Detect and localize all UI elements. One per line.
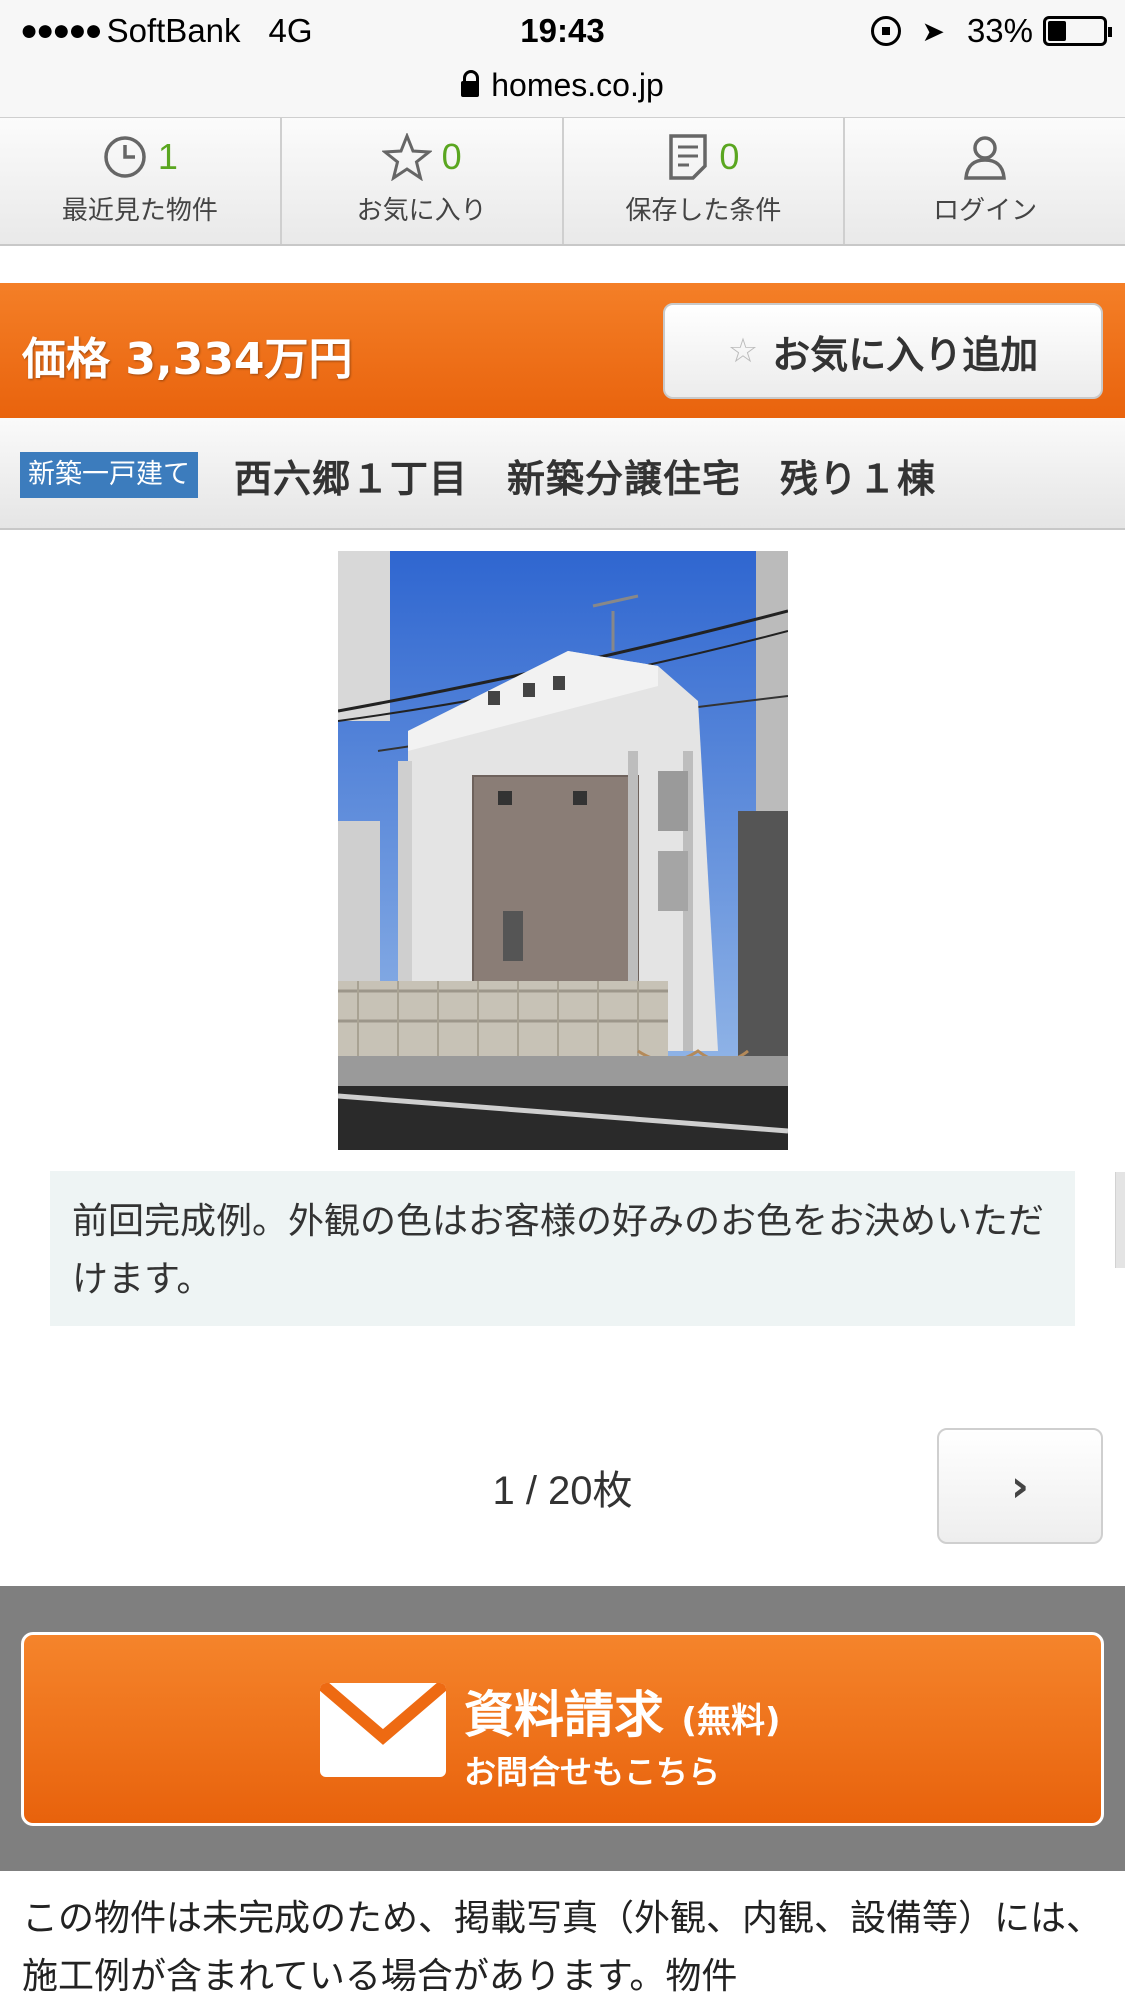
lock-icon xyxy=(461,70,480,97)
nav-favorites[interactable]: 0 お気に入り xyxy=(282,118,564,244)
request-info-title: 資料請求 (無料) xyxy=(464,1675,781,1747)
add-favorite-button[interactable]: ☆ お気に入り追加 xyxy=(663,303,1103,399)
listing-title-bar: 新築一戸建て 西六郷１丁目 新築分譲住宅 残り１棟 xyxy=(0,418,1125,530)
nav-saved-conditions-label: 保存した条件 xyxy=(625,196,782,226)
nav-favorites-label: お気に入り xyxy=(356,196,487,226)
free-label: (無料) xyxy=(681,1701,781,1741)
photo-caption: 前回完成例。外観の色はお客様の好みのお色をお決めいただけます。 xyxy=(50,1171,1075,1326)
memo-icon xyxy=(667,133,709,181)
nav-login[interactable]: ログイン xyxy=(845,118,1125,244)
add-favorite-label: お気に入り追加 xyxy=(772,332,1039,377)
nav-recently-viewed-label: 最近見た物件 xyxy=(61,196,218,226)
url-text: homes.co.jp xyxy=(491,67,664,103)
url-bar[interactable]: homes.co.jp xyxy=(0,60,1125,118)
favorites-count: 0 xyxy=(441,136,462,177)
property-type-badge: 新築一戸建て xyxy=(20,452,198,498)
next-photo-button[interactable]: › xyxy=(937,1428,1103,1544)
unfinished-property-note: この物件は未完成のため、掲載写真（外観、内観、設備等）には、施工例が含まれている… xyxy=(22,1898,1103,1997)
price-text: 価格 3,334万円 xyxy=(22,334,353,385)
clock-icon xyxy=(102,134,148,180)
listing-title: 西六郷１丁目 新築分譲住宅 残り１棟 xyxy=(234,457,937,501)
request-info-label: 資料請求 xyxy=(464,1686,664,1744)
nav-recently-viewed-top: 1 xyxy=(0,118,280,186)
property-photo[interactable] xyxy=(338,551,788,1150)
location-arrow-icon: ➤ xyxy=(921,15,945,47)
nav-favorites-top: 0 xyxy=(282,118,562,186)
status-right: ➤ 33% xyxy=(871,12,1112,50)
star-icon: ☆ xyxy=(727,331,759,371)
chevron-right-icon: › xyxy=(1010,1460,1030,1512)
side-scroll-tab[interactable] xyxy=(1115,1172,1125,1268)
mail-icon xyxy=(320,1683,446,1777)
nav-recently-viewed[interactable]: 1 最近見た物件 xyxy=(0,118,282,244)
nav-login-label: ログイン xyxy=(933,196,1038,226)
orientation-lock-icon xyxy=(871,16,902,46)
nav-saved-conditions[interactable]: 0 保存した条件 xyxy=(564,118,846,244)
request-info-button[interactable]: 資料請求 (無料) お問合せもこちら xyxy=(21,1632,1104,1826)
price-bar: 価格 3,334万円 ☆ お気に入り追加 xyxy=(0,283,1125,418)
page: ●●●●● SoftBank 4G 19:43 ➤ 33% homes.co.j… xyxy=(0,0,1125,2001)
nav-saved-conditions-top: 0 xyxy=(564,118,844,186)
user-icon xyxy=(961,133,1009,181)
battery-level-fill xyxy=(1048,21,1066,41)
top-nav: 1 最近見た物件 0 お気に入り 0 保存した条件 ログイン xyxy=(0,118,1125,246)
recently-viewed-count: 1 xyxy=(157,136,178,177)
star-icon xyxy=(381,133,432,181)
inquiry-label: お問合せもこちら xyxy=(464,1753,721,1791)
saved-conditions-count: 0 xyxy=(719,136,740,177)
house-photo-image xyxy=(338,551,788,1150)
nav-login-top xyxy=(845,118,1125,186)
status-bar: ●●●●● SoftBank 4G 19:43 ➤ 33% xyxy=(0,0,1125,60)
battery-percent: 33% xyxy=(966,12,1033,49)
battery-icon xyxy=(1043,16,1112,46)
